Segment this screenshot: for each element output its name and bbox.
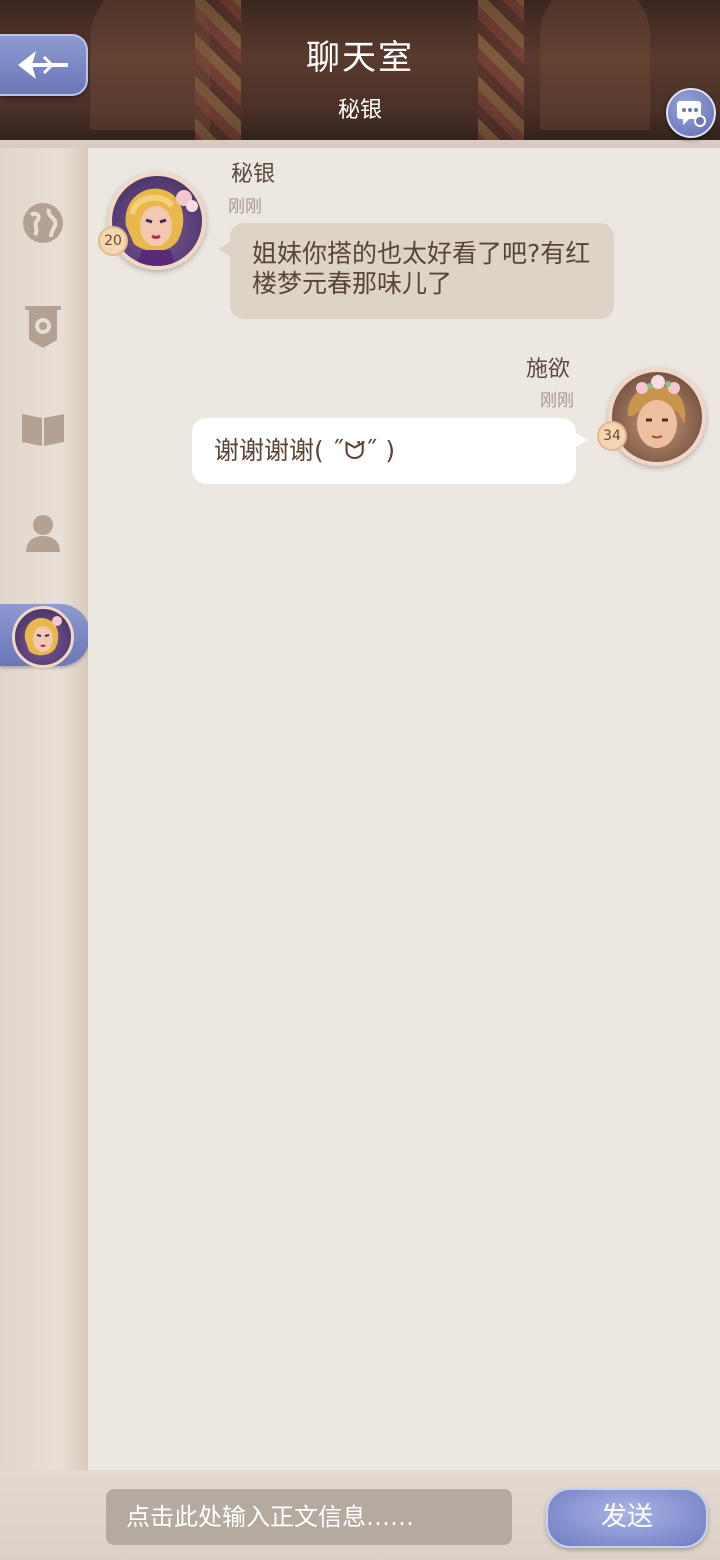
sender-name: 秘银 <box>231 162 276 187</box>
sender-name: 施欲 <box>526 357 571 382</box>
sidebar-item-current-chat[interactable] <box>0 604 90 668</box>
message-time: 刚刚 <box>540 391 574 411</box>
sidebar-item-guild[interactable] <box>18 302 68 352</box>
book-icon <box>22 414 64 446</box>
user-portrait-icon <box>627 375 686 448</box>
avatar-contact-icon <box>12 606 74 668</box>
level-badge: 20 <box>98 226 128 256</box>
sidebar-item-friends[interactable] <box>18 508 68 558</box>
chat-settings-button[interactable] <box>666 88 716 138</box>
chat-partner-name: 秘银 <box>337 98 382 123</box>
sidebar-item-world[interactable] <box>18 198 68 248</box>
message-time: 刚刚 <box>228 197 262 217</box>
avatar[interactable] <box>608 368 706 466</box>
avatar[interactable] <box>108 172 206 270</box>
message-bubble-received[interactable]: 姐妹你搭的也太好看了吧?有红楼梦元春那味儿了 <box>218 223 614 319</box>
back-button[interactable] <box>0 34 88 96</box>
person-icon <box>26 515 60 552</box>
globe-icon <box>23 203 63 243</box>
rose-banner-icon <box>25 306 61 348</box>
header-bar: 聊天室 秘银 <box>0 0 720 146</box>
sidebar <box>0 148 90 1470</box>
user-portrait-icon <box>125 188 198 266</box>
level-badge: 34 <box>597 421 627 451</box>
back-arrow-icon <box>18 51 68 79</box>
chat-area[interactable] <box>88 148 720 1470</box>
message-input[interactable]: 点击此处输入正文信息…… <box>106 1489 512 1545</box>
sidebar-item-library[interactable] <box>18 404 68 454</box>
page-title: 聊天室 <box>306 38 414 78</box>
send-button[interactable]: 发送 <box>546 1488 708 1548</box>
chat-settings-icon <box>677 101 706 127</box>
message-bubble-sent[interactable]: 谢谢谢谢( ˝ᗢ̈˝ ) <box>192 418 588 484</box>
header-divider <box>0 140 720 148</box>
